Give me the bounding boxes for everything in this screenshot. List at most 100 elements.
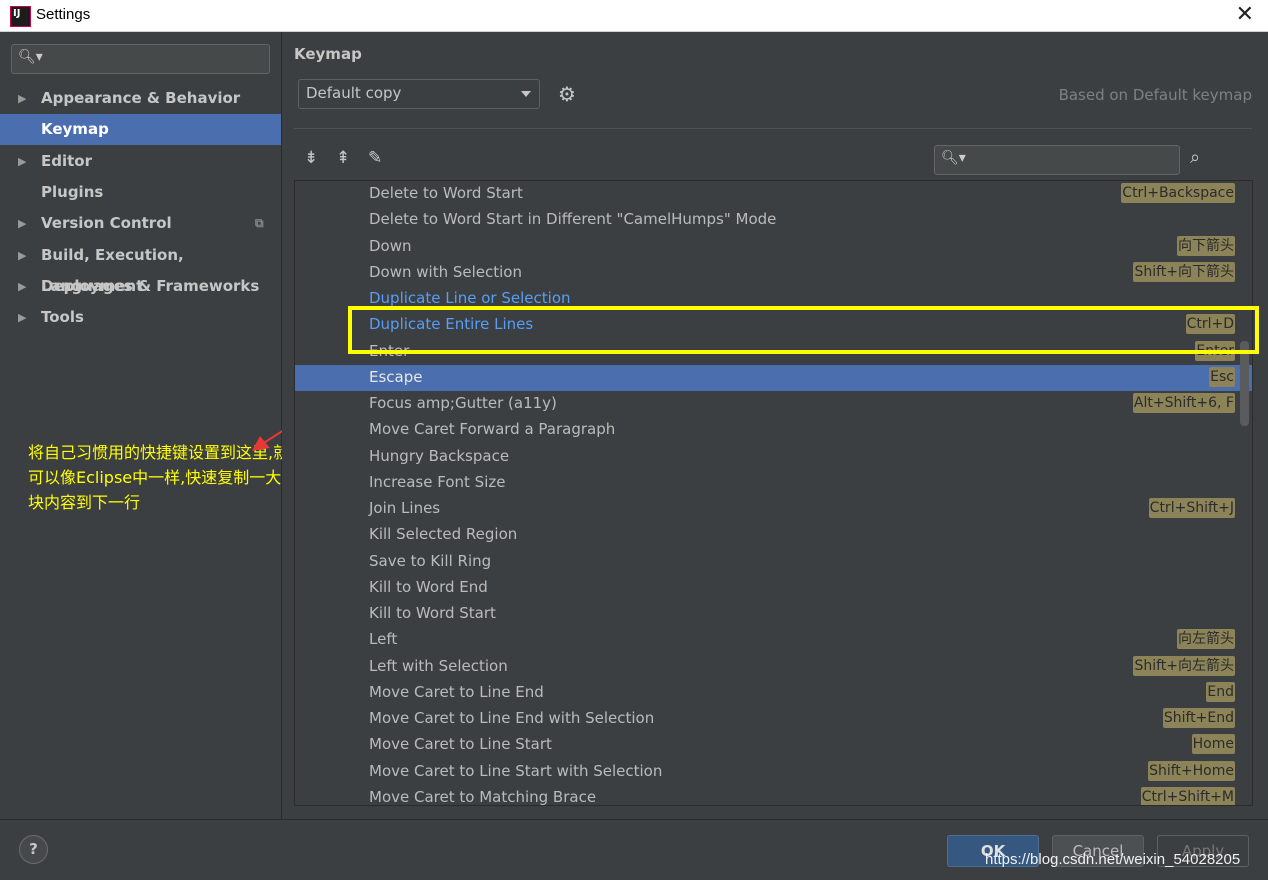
expand-arrow-icon[interactable]: ▶ bbox=[18, 271, 26, 302]
close-icon[interactable]: ✕ bbox=[1236, 2, 1254, 27]
action-list: Delete to Word Start Ctrl+Backspace Delete… bbox=[294, 180, 1253, 806]
action-name: Left bbox=[369, 630, 398, 649]
sidebar-item-build-execution-deployment[interactable]: ▶ Build, Execution, Deployment bbox=[0, 240, 281, 295]
shortcut-badge: Home bbox=[1191, 734, 1235, 755]
action-row[interactable]: Kill to Word Start bbox=[295, 601, 1252, 627]
highlight-annotation-box bbox=[348, 306, 1259, 354]
action-row[interactable]: Move Caret to Matching Brace Ctrl+Shift+M bbox=[295, 785, 1252, 805]
sidebar-item-languages-frameworks[interactable]: ▶ Languages & Frameworks bbox=[0, 271, 281, 302]
action-name: Delete to Word Start in Different "Camel… bbox=[369, 210, 777, 229]
action-name: Save to Kill Ring bbox=[369, 551, 492, 570]
sidebar-item-label: Keymap bbox=[41, 120, 109, 139]
action-row[interactable]: Move Caret to Line End with Selection Shi… bbox=[295, 706, 1252, 732]
shortcut-badge: Shift+Home bbox=[1148, 760, 1235, 781]
project-settings-icon: ⧉ bbox=[255, 216, 264, 231]
expand-all-icon[interactable]: ⇟ bbox=[304, 148, 318, 168]
intellij-app-icon bbox=[10, 6, 31, 27]
action-name: Delete to Word Start bbox=[369, 184, 523, 202]
action-row[interactable]: Down with Selection Shift+向下箭头 bbox=[295, 260, 1252, 286]
action-row[interactable]: Move Caret Forward a Paragraph bbox=[295, 417, 1252, 443]
dialog-button-bar: ? OK Cancel Apply https://blog.csdn.net/… bbox=[0, 819, 1268, 880]
action-row[interactable]: Increase Font Size bbox=[295, 470, 1252, 496]
action-name: Escape bbox=[369, 367, 423, 386]
shortcut-badge: 向左箭头 bbox=[1177, 629, 1235, 650]
settings-sidebar: 🔍︎▾ ▶ Appearance & Behavior Keymap ▶ Editor P… bbox=[0, 32, 331, 819]
sidebar-item-label: Languages & Frameworks bbox=[41, 276, 260, 295]
sidebar-item-label: Version Control bbox=[41, 214, 172, 233]
window-title: Settings bbox=[36, 6, 91, 23]
sidebar-search-input[interactable]: 🔍︎▾ bbox=[11, 44, 270, 74]
help-button[interactable]: ? bbox=[19, 835, 48, 864]
action-row[interactable]: Move Caret to Line End End bbox=[295, 680, 1252, 706]
sidebar-item-label: Tools bbox=[41, 308, 84, 327]
sidebar-item-keymap[interactable]: Keymap bbox=[0, 114, 281, 146]
sidebar-item-label: Editor bbox=[41, 151, 92, 170]
action-name: Focus amp;Gutter (a11y) bbox=[369, 394, 557, 412]
action-row[interactable]: Kill to Word End bbox=[295, 575, 1252, 601]
action-name: Move Caret to Line End bbox=[369, 682, 544, 701]
shortcut-badge: Esc bbox=[1209, 366, 1235, 387]
shortcut-badge: Alt+Shift+6, F bbox=[1132, 393, 1235, 413]
expand-arrow-icon[interactable]: ▶ bbox=[18, 83, 26, 114]
sidebar-item-tools[interactable]: ▶ Tools bbox=[0, 302, 281, 333]
action-search-input[interactable]: 🔍︎▾ bbox=[934, 145, 1180, 175]
sidebar-item-label: Plugins bbox=[41, 182, 104, 201]
action-name: Move Caret to Line Start bbox=[369, 735, 552, 754]
gear-icon[interactable]: ⚙ bbox=[558, 82, 576, 106]
action-name: Down with Selection bbox=[369, 262, 522, 281]
based-on-label: Based on Default keymap bbox=[1058, 86, 1252, 104]
watermark: https://blog.csdn.net/weixin_54028205 bbox=[985, 851, 1241, 868]
shortcut-badge: 向下箭头 bbox=[1177, 235, 1235, 256]
expand-arrow-icon[interactable]: ▶ bbox=[18, 146, 26, 177]
action-name: Increase Font Size bbox=[369, 472, 506, 491]
sidebar-item-appearance-behavior[interactable]: ▶ Appearance & Behavior bbox=[0, 83, 281, 114]
expand-arrow-icon[interactable]: ▶ bbox=[18, 208, 26, 239]
collapse-all-icon[interactable]: ⇞ bbox=[336, 148, 350, 168]
keymap-scheme-value: Default copy bbox=[306, 84, 402, 102]
action-name: Left with Selection bbox=[369, 656, 508, 675]
action-name: Join Lines bbox=[369, 499, 441, 517]
sidebar-item-version-control[interactable]: ▶ Version Control ⧉ bbox=[0, 208, 281, 239]
keymap-panel: Keymap Default copy ⚙ Based on Default k… bbox=[282, 32, 1268, 819]
search-icon: 🔍︎▾ bbox=[18, 49, 43, 65]
action-name: Move Caret to Line Start with Selection bbox=[369, 761, 663, 780]
action-row[interactable]: Delete to Word Start in Different "Camel… bbox=[295, 207, 1252, 233]
shortcut-badge: End bbox=[1206, 681, 1235, 702]
action-name: Kill to Word End bbox=[369, 577, 488, 596]
action-name: Move Caret to Line End with Selection bbox=[369, 709, 655, 727]
action-row[interactable]: Left with Selection Shift+向左箭头 bbox=[295, 654, 1252, 680]
action-row[interactable]: Move Caret to Line Start Home bbox=[295, 732, 1252, 758]
action-row[interactable]: Focus amp;Gutter (a11y) Alt+Shift+6, F bbox=[295, 391, 1252, 417]
action-name: Kill Selected Region bbox=[369, 525, 518, 544]
expand-arrow-icon[interactable]: ▶ bbox=[18, 302, 26, 333]
search-icon: 🔍︎▾ bbox=[941, 150, 966, 166]
shortcut-badge: Ctrl+Shift+J bbox=[1148, 498, 1235, 518]
sidebar-item-editor[interactable]: ▶ Editor bbox=[0, 146, 281, 177]
keymap-scheme-select[interactable]: Default copy bbox=[298, 79, 540, 109]
shortcut-badge: Shift+向下箭头 bbox=[1133, 261, 1235, 282]
action-row[interactable]: Kill Selected Region bbox=[295, 522, 1252, 548]
sidebar-item-plugins[interactable]: Plugins bbox=[0, 177, 281, 208]
expand-arrow-icon[interactable]: ▶ bbox=[18, 240, 26, 271]
title-bar: Settings ✕ bbox=[0, 0, 1268, 32]
action-name: Hungry Backspace bbox=[369, 446, 510, 465]
action-name: Move Caret Forward a Paragraph bbox=[369, 420, 616, 439]
action-name: Duplicate Line or Selection bbox=[369, 289, 571, 307]
divider bbox=[294, 128, 1252, 129]
action-row[interactable]: Down 向下箭头 bbox=[295, 234, 1252, 260]
action-row[interactable]: Join Lines Ctrl+Shift+J bbox=[295, 496, 1252, 522]
find-by-shortcut-icon[interactable]: ⌕ bbox=[1190, 147, 1200, 168]
page-title: Keymap bbox=[294, 45, 362, 63]
edit-shortcut-icon[interactable]: ✎ bbox=[368, 148, 382, 168]
action-row[interactable]: Escape Esc bbox=[295, 364, 1252, 391]
action-row[interactable]: Delete to Word Start Ctrl+Backspace bbox=[295, 181, 1252, 207]
action-row[interactable]: Left 向左箭头 bbox=[295, 627, 1252, 653]
chevron-down-icon bbox=[521, 91, 531, 97]
shortcut-badge: Shift+End bbox=[1162, 708, 1235, 728]
shortcut-badge: Shift+向左箭头 bbox=[1133, 655, 1235, 676]
sidebar-item-label: Appearance & Behavior bbox=[41, 89, 241, 107]
action-row[interactable]: Save to Kill Ring bbox=[295, 549, 1252, 575]
action-row[interactable]: Move Caret to Line Start with Selection S… bbox=[295, 759, 1252, 785]
action-row[interactable]: Hungry Backspace bbox=[295, 444, 1252, 470]
shortcut-badge: Ctrl+Shift+M bbox=[1140, 786, 1235, 805]
